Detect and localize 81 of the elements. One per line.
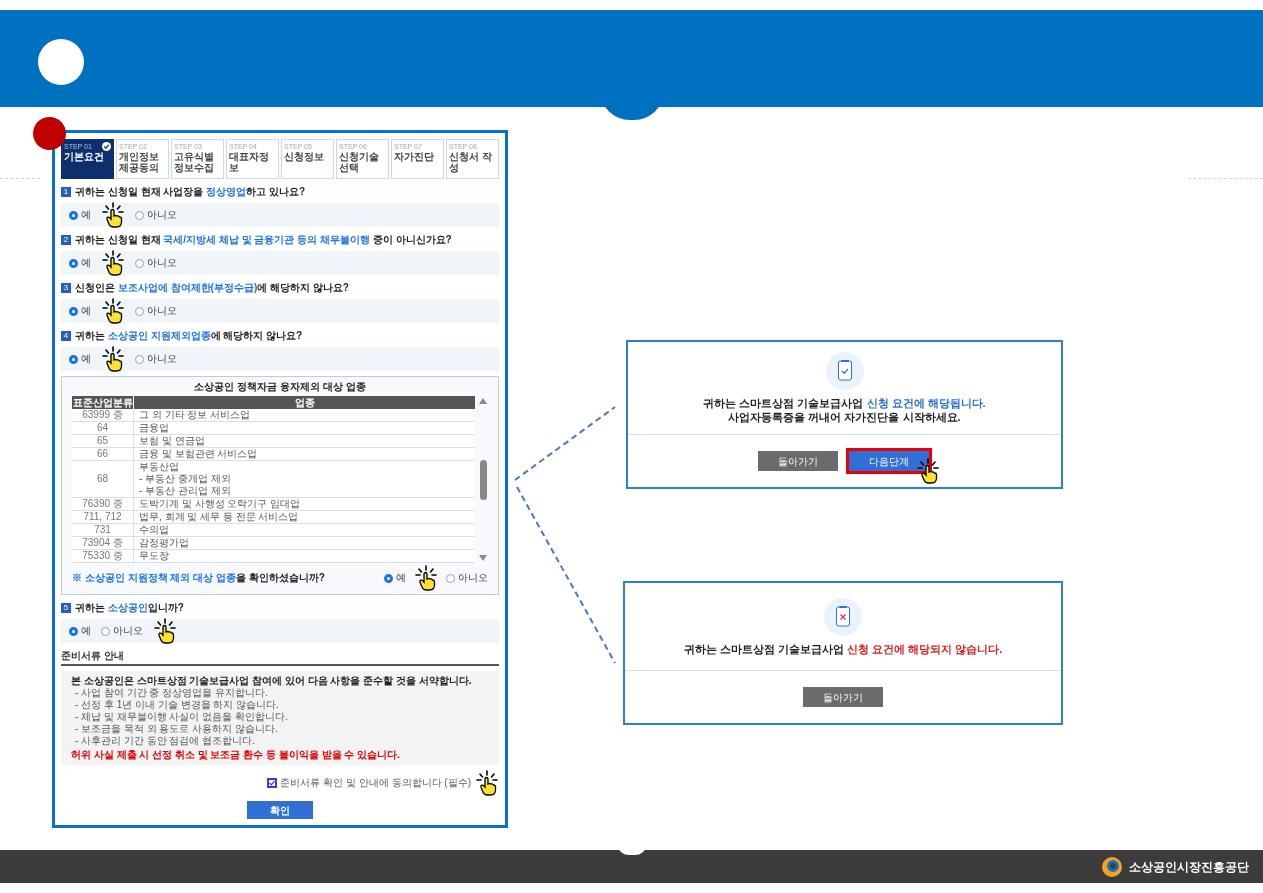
radio-option[interactable]: 아니오: [101, 625, 143, 637]
notice-heading: 본 소상공인은 스마트상점 기술보급사업 참여에 있어 다음 사항을 준수할 것을 서약합니다.: [71, 675, 473, 687]
table-title: 소상공인 정책자금 융자제외 대상 업종: [193, 381, 367, 393]
step-label: 고유식별 정보수집: [174, 151, 215, 173]
radio-option[interactable]: 예: [69, 353, 91, 365]
notice-item: - 체납 및 채무불이행 사실이 없음을 확인합니다.: [74, 711, 289, 723]
scroll-up-icon[interactable]: [479, 398, 487, 404]
step-label: 기본요건: [64, 151, 105, 162]
table-cell: 65: [72, 435, 134, 447]
column-header: 업종: [293, 396, 316, 409]
notice-item: - 사업 참여 기간 중 정상영업을 유지합니다.: [74, 687, 269, 699]
question-text: 신청인은 보조사업에 참여제한(부정수급)에 해당하지 않나요?: [75, 282, 349, 294]
back-button[interactable]: 돌아가기: [803, 687, 883, 707]
question-text: 귀하는 신청일 현재 사업장을 정상영업하고 있나요?: [75, 186, 305, 198]
question-text: ※ 소상공인 지원정책 제외 대상 업종을 확인하셨습니까?: [72, 572, 325, 584]
step-label: 대표자정보: [229, 151, 270, 173]
table-cell-text: 부동산업: [139, 461, 180, 473]
step-label: 개인정보 제공동의: [119, 151, 160, 173]
step-label: 신청정보: [284, 151, 325, 162]
scrollbar[interactable]: [478, 396, 488, 563]
question-number: 1: [61, 187, 71, 197]
table-cell-text: 수의업: [139, 524, 170, 536]
table-cell-text: 무도장: [139, 550, 170, 562]
table-cell: 68: [72, 461, 134, 497]
notice-item: - 사후관리 기간 동안 점검에 협조합니다.: [74, 735, 256, 747]
question-text: 귀하는 소상공인입니까?: [75, 602, 184, 614]
dialog-message: 귀하는 스마트상점 기술보급사업 신청 요건에 해당되지 않습니다.: [683, 641, 1003, 656]
section-title: 준비서류 안내: [61, 650, 499, 666]
table-cell-text: 그 외 기타 정보 서비스업: [139, 409, 252, 421]
step-label: 자가진단: [394, 151, 435, 162]
back-button[interactable]: 돌아가기: [757, 451, 838, 471]
question-number: 2: [61, 235, 71, 245]
radio-option[interactable]: 아니오: [135, 353, 177, 365]
column-header: 표준산업분류: [72, 396, 134, 409]
radio-option[interactable]: 아니오: [446, 572, 488, 584]
radio-option[interactable]: 예: [69, 625, 91, 637]
table-cell-text: 감정평가업: [139, 537, 190, 549]
table-cell: 76390 중: [72, 498, 134, 510]
scroll-thumb[interactable]: [479, 459, 487, 500]
step-label: 신청기술 선택: [339, 151, 380, 173]
check-icon: [269, 780, 276, 786]
table-cell: 75330 중: [72, 550, 134, 562]
table-cell-text: - 부동산 관리업 제외: [139, 485, 232, 497]
step-label: 신청서 작성: [449, 151, 493, 173]
table-cell-text: 보험 및 연금업: [139, 435, 206, 447]
table-cell: 63999 중: [72, 409, 134, 421]
table-cell-text: 도박기계 및 사행성 오락기구 임대업: [139, 498, 302, 510]
notice-item: - 선정 후 1년 이내 기술 변경을 하지 않습니다.: [74, 699, 280, 711]
radio-option[interactable]: 아니오: [135, 305, 177, 317]
question-number: 5: [61, 603, 71, 613]
question-number: 3: [61, 283, 71, 293]
question-text: 귀하는 소상공인 지원제외업종에 해당하지 않나요?: [75, 330, 303, 342]
clipboard-x-icon: [824, 597, 862, 636]
logo-icon: [1101, 855, 1123, 878]
next-button[interactable]: 다음단계: [845, 448, 932, 474]
consent-checkbox[interactable]: 준비서류 확인 및 안내에 동의합니다 (필수): [267, 777, 471, 789]
confirm-button[interactable]: 확인: [247, 801, 313, 819]
radio-option[interactable]: 아니오: [135, 209, 177, 221]
question-number: 4: [61, 331, 71, 341]
radio-option[interactable]: 예: [384, 572, 406, 584]
dialog-message: 사업자등록증을 꺼내어 자가진단을 시작하세요.: [728, 410, 961, 424]
radio-option[interactable]: 예: [69, 305, 91, 317]
table-cell: 73904 중: [72, 537, 134, 549]
question-text: 귀하는 신청일 현재 국세/지방세 체납 및 금융기관 등의 채무불이행 중이 아니신가요?: [75, 234, 452, 246]
scroll-down-icon[interactable]: [479, 555, 487, 561]
table-cell-text: 금융업: [139, 422, 170, 434]
clipboard-check-icon: [825, 352, 864, 390]
notice-item: - 보조금을 목적 외 용도로 사용하지 않습니다.: [74, 723, 279, 735]
organization-name: 소상공인시장진흥공단: [1129, 858, 1249, 876]
radio-option[interactable]: 예: [69, 209, 91, 221]
table-cell-text: 법무, 회계 및 세무 등 전문 서비스업: [139, 511, 300, 523]
table-cell-text: 금융 및 보험관련 서비스업: [139, 448, 259, 460]
dialog-message: 귀하는 스마트상점 기술보급사업 신청 요건에 해당됩니다.: [703, 396, 986, 410]
table-cell: 711, 712: [72, 511, 134, 523]
radio-option[interactable]: 아니오: [135, 257, 177, 269]
table-cell: 64: [72, 422, 134, 434]
table-cell: 731: [72, 524, 134, 536]
warning-text: 허위 사실 제출 시 선정 취소 및 보조금 환수 등 불이익을 받을 수 있습니다.: [71, 749, 401, 761]
table-cell-text: - 부동산 중개업 제외: [139, 473, 232, 485]
radio-option[interactable]: 예: [69, 257, 91, 269]
table-cell: 66: [72, 448, 134, 460]
